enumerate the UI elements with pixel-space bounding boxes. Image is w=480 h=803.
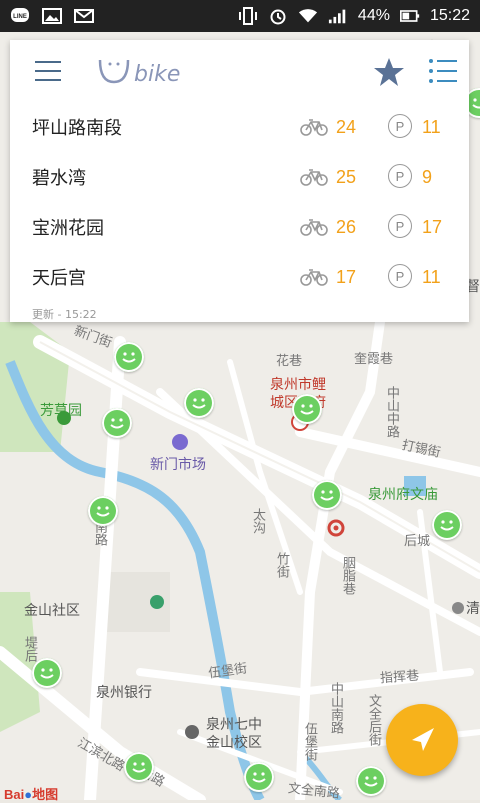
bike-station-marker[interactable]	[102, 408, 132, 438]
bike-station-marker[interactable]	[356, 766, 386, 796]
map-label-zhihui-lane: 指挥巷	[379, 668, 420, 687]
menu-icon[interactable]	[34, 59, 62, 83]
bike-station-marker[interactable]	[184, 388, 214, 418]
map-label-xinmen-market: 新门市场	[150, 457, 206, 473]
parking-count: 9	[422, 166, 433, 187]
map-label-fangcao-garden: 芳草园	[40, 403, 82, 419]
bike-count: 24	[336, 116, 357, 137]
status-bar: LINE 44% 15:22	[0, 0, 480, 32]
bike-station-marker[interactable]	[32, 658, 62, 688]
vibrate-icon	[238, 7, 258, 25]
parking-icon: P	[388, 264, 412, 288]
parking-icon: P	[388, 214, 412, 238]
battery-percent: 44%	[357, 7, 390, 24]
station-row[interactable]: 坪山路南段 24 P 11	[10, 102, 469, 152]
mail-icon	[74, 7, 94, 25]
logo-text: bike	[134, 62, 180, 87]
map-label-wubao-street2: 伍堡街	[302, 722, 317, 761]
station-name: 宝洲花园	[32, 218, 104, 239]
bike-station-marker[interactable]	[114, 342, 144, 372]
updated-time: 更新 - 15:22	[32, 308, 97, 321]
station-row[interactable]: 碧水湾 25 P 9	[10, 152, 469, 202]
map-label-wenquanjie: 文全后街	[366, 694, 381, 746]
station-card: bike 坪山路南段 24 P 11 碧水湾 25 P 9 宝洲花园 26 P …	[10, 40, 469, 322]
map-label-quanzhou-bank: 泉州银行	[96, 685, 152, 701]
bike-count: 17	[336, 266, 357, 287]
status-right: 44% 15:22	[238, 7, 470, 25]
parking-icon: P	[388, 164, 412, 188]
map-label-qing: 清	[466, 601, 480, 617]
signal-icon	[328, 7, 348, 25]
ubike-logo: bike	[96, 52, 206, 88]
bike-station-marker[interactable]	[124, 752, 154, 782]
bike-icon	[300, 268, 328, 286]
bike-station-marker[interactable]	[244, 762, 274, 792]
map-label-huaxiang: 花巷	[276, 354, 303, 369]
parking-count: 11	[422, 266, 441, 287]
map-label-houcheng: 后城	[404, 534, 431, 549]
map-label-zhujie: 竹街	[274, 552, 289, 578]
status-time: 15:22	[429, 7, 470, 24]
map-label-school-2: 金山校区	[206, 735, 262, 751]
bike-station-marker[interactable]	[88, 496, 118, 526]
station-name: 天后宫	[32, 268, 86, 289]
map-label-quanzhou-gov-1: 泉州市鲤	[270, 377, 326, 393]
station-row[interactable]: 天后宫 17 P 11	[10, 252, 469, 302]
star-icon[interactable]	[372, 56, 406, 88]
bike-station-marker[interactable]	[292, 394, 322, 424]
status-left: LINE	[10, 7, 94, 25]
bike-icon	[300, 168, 328, 186]
map-label-zhongshan-road: 中山中路	[384, 386, 399, 438]
map-label-wenmiao: 泉州府文庙	[368, 487, 438, 503]
station-name: 坪山路南段	[32, 118, 122, 139]
map-label-yanhuxiang: 胭脂巷	[340, 556, 355, 595]
wifi-icon	[298, 7, 318, 25]
bike-icon	[300, 118, 328, 136]
bike-icon	[300, 218, 328, 236]
map-label-kuixia-lane: 奎霞巷	[354, 352, 394, 367]
battery-icon	[399, 7, 420, 25]
map-label-school-1: 泉州七中	[206, 717, 262, 733]
line-icon: LINE	[10, 7, 30, 25]
map-label-tailu: 太沟	[250, 508, 265, 534]
card-header: bike	[10, 40, 469, 102]
list-icon[interactable]	[428, 58, 458, 84]
baidu-map-logo: Bai●地图	[4, 784, 58, 803]
alarm-icon	[268, 7, 288, 25]
bike-station-marker[interactable]	[432, 510, 462, 540]
image-icon	[42, 7, 62, 25]
map-label-jinshan-community: 金山社区	[24, 603, 80, 619]
station-name: 碧水湾	[32, 168, 86, 189]
parking-count: 11	[422, 116, 441, 137]
svg-text:LINE: LINE	[13, 14, 27, 20]
navigation-arrow-icon	[412, 728, 434, 751]
station-row[interactable]: 宝洲花园 26 P 17	[10, 202, 469, 252]
map-label-zhongshan-south: 中山南路	[328, 682, 343, 734]
bike-count: 25	[336, 166, 357, 187]
locate-button[interactable]	[386, 704, 458, 776]
bike-count: 26	[336, 216, 357, 237]
parking-count: 17	[422, 216, 443, 237]
parking-icon: P	[388, 114, 412, 138]
bike-station-marker[interactable]	[312, 480, 342, 510]
